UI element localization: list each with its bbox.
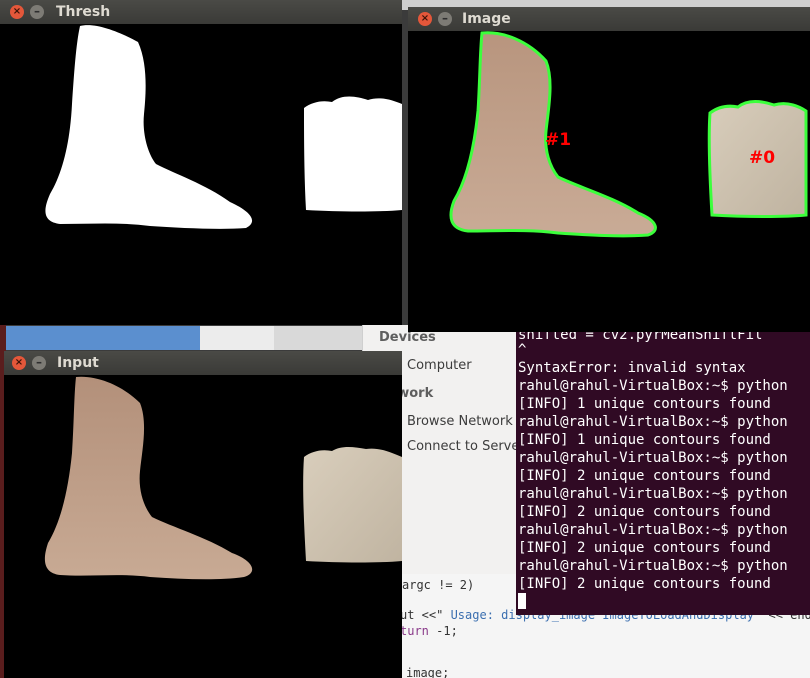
- sidebar-item-connect-to-server[interactable]: Connect to Serve: [407, 439, 519, 454]
- code-line: turn -1;: [400, 624, 458, 638]
- terminal-line: rahul@rahul-VirtualBox:~$ python: [518, 522, 788, 538]
- terminal-cursor: [518, 593, 526, 609]
- minimize-icon[interactable]: –: [438, 12, 452, 26]
- window-titlebar[interactable]: × – Thresh: [0, 0, 402, 24]
- terminal-line: rahul@rahul-VirtualBox:~$ python: [518, 414, 788, 430]
- close-icon[interactable]: ×: [12, 356, 26, 370]
- sidebar-item-browse-network[interactable]: Browse Network: [407, 414, 513, 429]
- terminal-line: rahul@rahul-VirtualBox:~$ python: [518, 558, 788, 574]
- sidebar-item-computer[interactable]: Computer: [407, 358, 472, 373]
- code-token: ut <<": [400, 608, 444, 622]
- terminal-line: [INFO] 1 unique contours found: [518, 396, 771, 412]
- window-title: Image: [462, 11, 511, 27]
- contour-label: #0: [749, 148, 775, 168]
- input-window[interactable]: × – Input: [4, 351, 402, 678]
- terminal-line: [INFO] 2 unique contours found: [518, 540, 771, 556]
- close-icon[interactable]: ×: [418, 12, 432, 26]
- contour-label: #1: [545, 130, 571, 150]
- terminal-line: [INFO] 2 unique contours found: [518, 468, 771, 484]
- terminal-line: ^: [518, 342, 527, 358]
- terminal-line: rahul@rahul-VirtualBox:~$ python: [518, 486, 788, 502]
- code-token: -1;: [428, 624, 458, 638]
- window-titlebar[interactable]: × – Input: [4, 351, 402, 375]
- sidebar-heading-devices: Devices: [379, 330, 436, 345]
- terminal-line: rahul@rahul-VirtualBox:~$ python: [518, 378, 788, 394]
- terminal-line: SyntaxError: invalid syntax: [518, 360, 746, 376]
- code-line: image;: [406, 666, 450, 678]
- box-photo: [303, 447, 402, 563]
- terminal-line: [INFO] 1 unique contours found: [518, 432, 771, 448]
- window-title: Input: [57, 355, 99, 371]
- background-panel: [200, 326, 274, 350]
- minimize-icon[interactable]: –: [30, 5, 44, 19]
- window-title: Thresh: [56, 4, 111, 20]
- terminal-window[interactable]: shifted = cv2.pyrMeanShiftFil ^ SyntaxEr…: [516, 330, 810, 615]
- minimize-icon[interactable]: –: [32, 356, 46, 370]
- close-icon[interactable]: ×: [10, 5, 24, 19]
- threshold-image: [0, 24, 402, 325]
- terminal-line: rahul@rahul-VirtualBox:~$ python: [518, 450, 788, 466]
- background-selection-bar: [6, 326, 200, 350]
- contour-image: #1 #0: [408, 31, 810, 332]
- input-image: [4, 375, 402, 678]
- code-line: argc != 2): [402, 578, 475, 592]
- terminal-line: [INFO] 2 unique contours found: [518, 576, 771, 592]
- terminal-line: [INFO] 2 unique contours found: [518, 504, 771, 520]
- window-titlebar[interactable]: × – Image: [408, 7, 810, 31]
- code-keyword: turn: [400, 624, 429, 638]
- thresh-window[interactable]: × – Thresh: [0, 0, 402, 325]
- box-mask: [304, 96, 402, 212]
- background-panel-gray: [274, 326, 364, 350]
- image-window[interactable]: × – Image #1 #0: [408, 7, 810, 332]
